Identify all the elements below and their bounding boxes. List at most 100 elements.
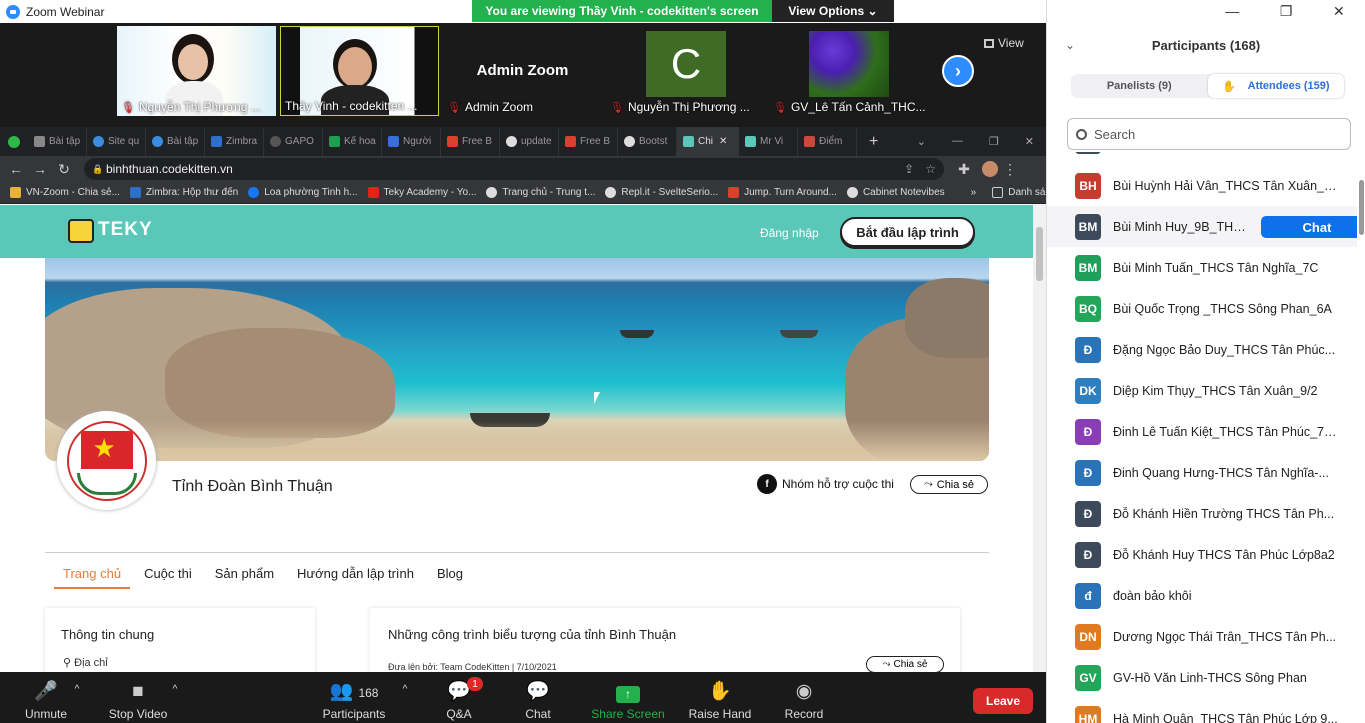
close-icon[interactable]: ✕ <box>719 136 727 147</box>
search-input[interactable]: Search <box>1067 118 1351 150</box>
post-card[interactable]: Những công trình biểu tượng của tỉnh Bìn… <box>370 608 960 672</box>
attendees-tab[interactable]: ✋ Attendees (159) <box>1207 74 1344 98</box>
browser-tab-active[interactable]: Chi ✕ <box>677 127 739 156</box>
start-coding-button[interactable]: Bắt đầu lập trình <box>840 217 975 247</box>
list-item[interactable]: Đ Đinh Quang Hưng-THCS Tân Nghĩa-... <box>1047 452 1357 493</box>
leave-button[interactable]: Leave <box>973 688 1033 714</box>
browser-tab[interactable]: GAPO <box>264 127 323 156</box>
participant-name: Bùi Huỳnh Hải Vân_THCS Tân Xuân_9.3 <box>1113 178 1338 193</box>
list-item-hovered[interactable]: BM Bùi Minh Huy_9B_THCS Tân Nghĩa Chat <box>1047 206 1357 247</box>
participants-options-chevron-icon[interactable]: ^ <box>398 672 412 723</box>
scrollbar-thumb[interactable] <box>1036 227 1043 281</box>
video-tile[interactable]: 🎙 GV_Lê Tấn Cảnh_THC... <box>769 26 928 116</box>
chat-button[interactable]: 💬 Chat <box>518 672 558 723</box>
back-arrow-icon[interactable]: ← <box>4 161 28 177</box>
list-item[interactable]: Đ Đặng Ngọc Bảo Duy_THCS Tân Phúc... <box>1047 329 1357 370</box>
list-item[interactable]: BH Bùi Huỳnh Hải Vân_THCS Tân Xuân_9.3 <box>1047 165 1357 206</box>
bookmark-item[interactable]: Zimbra: Hộp thư đến <box>129 187 238 198</box>
post-share-button[interactable]: ⤳ Chia sẻ <box>866 656 944 672</box>
bookmark-item[interactable]: Jump. Turn Around... <box>728 187 837 198</box>
close-icon[interactable]: ✕ <box>1333 3 1345 20</box>
browser-tab[interactable]: Mr Vi <box>739 127 798 156</box>
star-bookmark-icon[interactable]: ☆ <box>925 162 936 176</box>
tab-home[interactable]: Trang chủ <box>54 566 131 589</box>
tab-tutorials[interactable]: Hướng dẫn lập trình <box>297 566 423 589</box>
list-item[interactable]: DN Dương Ngọc Thái Trân_THCS Tân Ph... <box>1047 616 1357 657</box>
unmute-button[interactable]: 🎤 Unmute <box>18 672 74 723</box>
video-options-chevron-icon[interactable]: ^ <box>168 672 182 723</box>
video-tile[interactable]: C 🎙 Nguyễn Thị Phương ... <box>606 26 765 116</box>
list-item[interactable]: Đ Đinh Lê Tuấn Kiệt_THCS Tân Phúc_7A2 <box>1047 411 1357 452</box>
participants-scrollbar[interactable] <box>1357 152 1365 723</box>
bookmark-item[interactable]: Cabinet Notevibes <box>846 187 945 198</box>
chat-with-participant-button[interactable]: Chat <box>1261 216 1357 238</box>
scrollbar-thumb[interactable] <box>1359 180 1364 235</box>
qa-button[interactable]: 💬 Q&A 1 <box>440 672 483 723</box>
browser-tab[interactable]: Zimbra <box>205 127 264 156</box>
page-scrollbar[interactable] <box>1033 205 1046 672</box>
stop-video-button[interactable]: ■ Stop Video <box>104 672 172 723</box>
record-button[interactable]: ◉ Record <box>782 672 826 723</box>
minimize-icon[interactable]: — <box>1225 3 1239 19</box>
video-tile[interactable]: Admin Zoom 🎙 Admin Zoom <box>443 26 602 116</box>
bookmarks-overflow[interactable]: » <box>971 187 977 198</box>
list-item[interactable]: GV GV-Hồ Văn Linh-THCS Sông Phan <box>1047 657 1357 698</box>
raise-hand-button[interactable]: ✋ Raise Hand <box>688 672 752 723</box>
next-page-arrow-icon[interactable]: › <box>942 55 974 87</box>
list-item[interactable]: BQ Bùi Quốc Trọng _THCS Sông Phan_6A <box>1047 288 1357 329</box>
new-tab-plus-icon[interactable]: + <box>869 133 878 151</box>
video-tile[interactable]: 🎙 Nguyễn Thị Phương ... <box>117 26 276 116</box>
share-button[interactable]: ⤳ Chia sẻ <box>910 475 988 494</box>
extensions-puzzle-icon[interactable]: ✚ <box>952 161 976 178</box>
more-menu-icon[interactable]: ⋮ <box>998 161 1022 178</box>
browser-tab[interactable]: Bài tập <box>28 127 87 156</box>
bookmark-item[interactable]: Loa phường Tinh h... <box>248 187 358 198</box>
login-link[interactable]: Đăng nhập <box>760 226 819 240</box>
tab-search-chevron-icon[interactable]: ⌄ <box>917 135 926 148</box>
url-field[interactable]: 🔒 binhthuan.codekitten.vn ⇪ ☆ <box>84 158 944 180</box>
bookmark-item[interactable]: Repl.it - SvelteSerio... <box>605 187 718 198</box>
video-tile-active-speaker[interactable]: Thầy Vinh - codekitten ... <box>280 26 439 116</box>
forward-arrow-icon[interactable]: → <box>28 161 52 177</box>
bookmark-item[interactable]: VN-Zoom - Chia sẻ... <box>10 187 120 198</box>
minimize-icon[interactable]: — <box>952 135 963 148</box>
list-item[interactable]: BM Bùi Minh Tuấn_THCS Tân Nghĩa_7C <box>1047 247 1357 288</box>
bookmark-item[interactable]: Teky Academy - Yo... <box>367 187 476 198</box>
panelists-tab[interactable]: Panelists (9) <box>1071 74 1208 98</box>
support-group-link[interactable]: f Nhóm hỗ trợ cuộc thi <box>757 474 894 494</box>
tab-blog[interactable]: Blog <box>437 566 472 589</box>
reload-icon[interactable]: ↻ <box>52 161 76 178</box>
list-item[interactable]: Đ Đỗ Khánh Huy THCS Tân Phúc Lớp8a2 <box>1047 534 1357 575</box>
browser-tab[interactable]: update <box>500 127 559 156</box>
browser-tab[interactable]: Site qu <box>87 127 146 156</box>
list-item[interactable]: Đ Đỗ Khánh Hiền Trường THCS Tân Ph... <box>1047 493 1357 534</box>
share-page-icon[interactable]: ⇪ <box>904 162 914 176</box>
list-item[interactable]: HM Hà Minh Quân_THCS Tân Phúc Lớp 9... <box>1047 698 1357 723</box>
browser-tab[interactable]: Người <box>382 127 441 156</box>
browser-tab[interactable]: Free B <box>559 127 618 156</box>
restore-icon[interactable]: ❐ <box>1280 3 1293 20</box>
participants-button[interactable]: 👥 168 Participants <box>318 672 390 723</box>
browser-tab[interactable]: Free B <box>441 127 500 156</box>
mouse-cursor-icon <box>594 392 600 404</box>
browser-tab[interactable]: Bài tập <box>146 127 205 156</box>
audio-options-chevron-icon[interactable]: ^ <box>70 672 84 723</box>
browser-tab[interactable]: Bootst <box>618 127 677 156</box>
profile-avatar[interactable] <box>982 161 998 177</box>
cover-rocks-right-2 <box>905 278 989 358</box>
restore-icon[interactable]: ❐ <box>989 135 999 148</box>
share-screen-button[interactable]: ↑ Share Screen <box>590 672 666 723</box>
view-layout-button[interactable]: View <box>984 34 1036 52</box>
list-item[interactable]: DK Diệp Kim Thụy_THCS Tân Xuân_9/2 <box>1047 370 1357 411</box>
divider <box>45 552 989 553</box>
close-window-icon[interactable]: ✕ <box>1025 135 1034 148</box>
browser-tab[interactable]: Kế hoa <box>323 127 382 156</box>
bookmark-item[interactable]: Trang chủ - Trung t... <box>486 187 595 198</box>
teky-logo[interactable]: TEKY <box>68 217 158 247</box>
view-options-button[interactable]: View Options ⌄ <box>772 0 894 22</box>
list-item[interactable]: đ đoàn bảo khôi <box>1047 575 1357 616</box>
tab-contests[interactable]: Cuộc thi <box>144 566 201 589</box>
tab-products[interactable]: Sản phẩm <box>215 566 283 589</box>
browser-tab[interactable]: Điểm <box>798 127 857 156</box>
list-item[interactable] <box>1047 152 1357 156</box>
